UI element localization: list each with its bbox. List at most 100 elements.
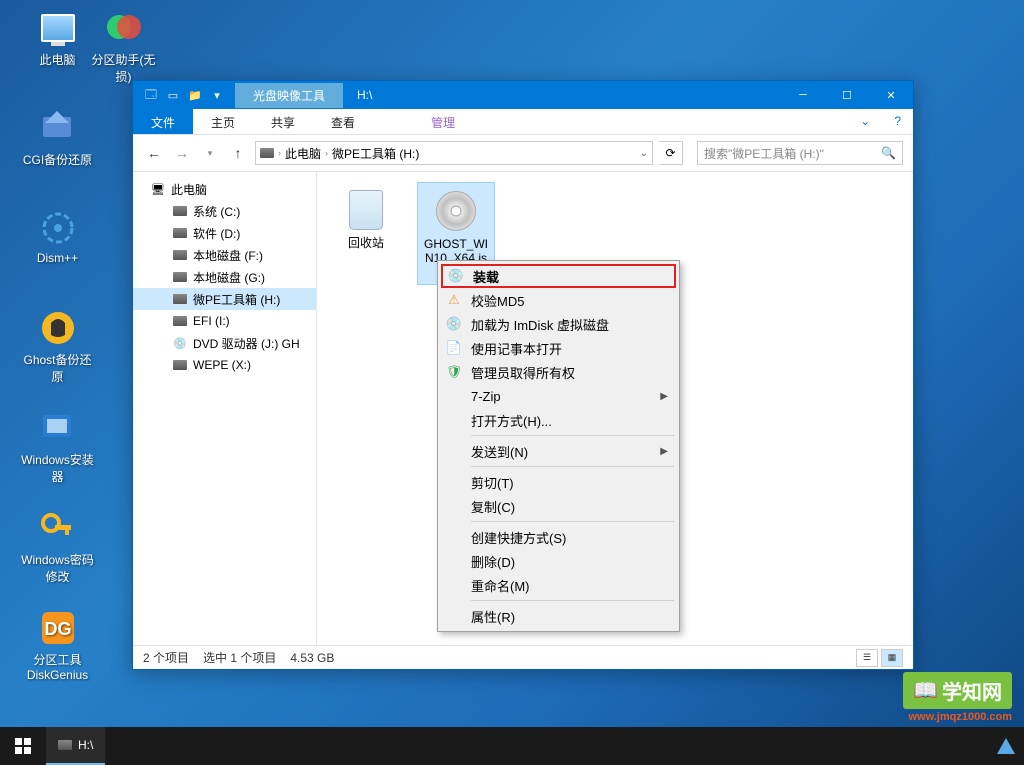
taskbar-item-explorer[interactable]: H:\ — [46, 727, 105, 765]
tree-drive-x[interactable]: WEPE (X:) — [133, 354, 316, 376]
watermark-url: www.jmqz1000.com — [903, 711, 1012, 723]
breadcrumb-location[interactable]: 微PE工具箱 (H:) — [332, 145, 419, 162]
desktop-icon-cgi-backup[interactable]: CGI备份还原 — [20, 108, 95, 168]
warning-icon: ⚠ — [445, 291, 463, 309]
ribbon-tab-manage[interactable]: 管理 — [413, 109, 473, 134]
address-row: ← → ▾ ↑ ›此电脑 ›微PE工具箱 (H:) ⌄ ⟳ 搜索"微PE工具箱 … — [133, 135, 913, 172]
desktop-icon-dism[interactable]: Dism++ — [20, 208, 95, 265]
submenu-arrow-icon: ▶ — [660, 446, 668, 457]
taskbar: H:\ — [0, 727, 1024, 765]
ctx-sendto[interactable]: 发送到(N) ▶ — [441, 439, 676, 463]
desktop-icon-partition-assistant[interactable]: 分区助手(无损) — [86, 8, 161, 85]
ctx-separator — [471, 521, 674, 522]
ctx-cut[interactable]: 剪切(T) — [441, 470, 676, 494]
nav-up-button[interactable]: ↑ — [227, 142, 249, 164]
status-size: 4.53 GB — [290, 651, 334, 665]
view-icons-button[interactable]: ▦ — [881, 649, 903, 667]
dvd-icon: 💿 — [173, 336, 187, 350]
qat-properties-icon[interactable]: ▭ — [165, 87, 181, 103]
address-bar[interactable]: ›此电脑 ›微PE工具箱 (H:) ⌄ — [255, 141, 653, 165]
desktop-icon-diskgenius[interactable]: DG 分区工具DiskGenius — [20, 608, 95, 682]
status-bar: 2 个项目 选中 1 个项目 4.53 GB ☰ ▦ — [133, 645, 913, 669]
drive-icon — [260, 146, 274, 160]
refresh-button[interactable]: ⟳ — [659, 141, 683, 165]
ctx-copy[interactable]: 复制(C) — [441, 494, 676, 518]
explorer-window-icon: 🗔 — [143, 87, 159, 103]
tree-this-pc[interactable]: 🖥 此电脑 — [133, 178, 316, 200]
ribbon-tab-home[interactable]: 主页 — [193, 109, 253, 134]
watermark: 📖学知网 www.jmqz1000.com — [903, 672, 1012, 723]
tree-dvd-drive[interactable]: 💿DVD 驱动器 (J:) GH — [133, 332, 316, 354]
ribbon-expand-icon[interactable]: ⌄ — [848, 109, 882, 134]
desktop-icon-ghost[interactable]: Ghost备份还原 — [20, 308, 95, 385]
ctx-admin[interactable]: 🛡 管理员取得所有权 — [441, 360, 676, 384]
tree-drive-c[interactable]: 系统 (C:) — [133, 200, 316, 222]
desktop-icon-label: 分区工具DiskGenius — [20, 651, 95, 682]
file-recycle-bin[interactable]: 回收站 — [327, 182, 405, 254]
ctx-7zip[interactable]: 7-Zip ▶ — [441, 384, 676, 408]
desktop-icon-label: CGI备份还原 — [23, 151, 92, 168]
ctx-properties[interactable]: 属性(R) — [441, 604, 676, 628]
ctx-rename[interactable]: 重命名(M) — [441, 573, 676, 597]
ribbon-tab-view[interactable]: 查看 — [313, 109, 373, 134]
qat-newfolder-icon[interactable]: 📁 — [187, 87, 203, 103]
disc-icon: 💿 — [447, 267, 465, 285]
desktop-icon-password[interactable]: Windows密码修改 — [20, 508, 95, 585]
ctx-separator — [471, 435, 674, 436]
tree-drive-h[interactable]: 微PE工具箱 (H:) — [133, 288, 316, 310]
qat-dropdown-icon[interactable]: ▾ — [209, 87, 225, 103]
system-tray[interactable] — [994, 734, 1024, 758]
close-button[interactable]: ✕ — [869, 81, 913, 109]
drive-icon — [58, 738, 72, 752]
desktop-icon-label: Ghost备份还原 — [20, 351, 95, 385]
ctx-mount[interactable]: 💿 装载 — [441, 264, 676, 288]
address-dropdown-icon[interactable]: ⌄ — [640, 148, 648, 159]
monitor-icon: 🖥 — [151, 182, 165, 196]
navigation-pane[interactable]: 🖥 此电脑 系统 (C:) 软件 (D:) 本地磁盘 (F:) 本地磁盘 (G:… — [133, 172, 317, 645]
desktop-icon-windows-installer[interactable]: Windows安装器 — [20, 408, 95, 485]
ctx-delete[interactable]: 删除(D) — [441, 549, 676, 573]
tray-icon[interactable] — [994, 734, 1018, 758]
ctx-imdisk[interactable]: 💿 加载为 ImDisk 虚拟磁盘 — [441, 312, 676, 336]
submenu-arrow-icon: ▶ — [660, 391, 668, 402]
desktop-icon-label: Windows安装器 — [20, 451, 95, 485]
svg-text:DG: DG — [44, 619, 71, 639]
ctx-separator — [471, 466, 674, 467]
tree-drive-i[interactable]: EFI (I:) — [133, 310, 316, 332]
notepad-icon: 📄 — [445, 339, 463, 357]
desktop-icon-label: Windows密码修改 — [20, 551, 95, 585]
title-bar: 🗔 ▭ 📁 ▾ 光盘映像工具 H:\ ─ ☐ ✕ — [133, 81, 913, 109]
search-input[interactable]: 搜索"微PE工具箱 (H:)" 🔍 — [697, 141, 903, 165]
nav-back-button[interactable]: ← — [143, 142, 165, 164]
ctx-openwith[interactable]: 打开方式(H)... — [441, 408, 676, 432]
shield-icon: 🛡 — [445, 363, 463, 381]
nav-forward-button[interactable]: → — [171, 142, 193, 164]
ctx-shortcut[interactable]: 创建快捷方式(S) — [441, 525, 676, 549]
status-selected: 选中 1 个项目 — [203, 649, 276, 666]
tree-drive-f[interactable]: 本地磁盘 (F:) — [133, 244, 316, 266]
contextual-tab[interactable]: 光盘映像工具 — [235, 83, 343, 108]
search-icon: 🔍 — [881, 146, 896, 160]
minimize-button[interactable]: ─ — [781, 81, 825, 109]
ribbon-tab-share[interactable]: 共享 — [253, 109, 313, 134]
desktop-icon-label: 此电脑 — [39, 51, 75, 68]
ribbon-tabs: 文件 主页 共享 查看 管理 ⌄ ? — [133, 109, 913, 135]
tree-drive-g[interactable]: 本地磁盘 (G:) — [133, 266, 316, 288]
tree-drive-d[interactable]: 软件 (D:) — [133, 222, 316, 244]
desktop-icon-this-pc[interactable]: 此电脑 — [20, 8, 95, 68]
breadcrumb-root[interactable]: 此电脑 — [285, 145, 321, 162]
ctx-separator — [471, 600, 674, 601]
ctx-md5[interactable]: ⚠ 校验MD5 — [441, 288, 676, 312]
book-icon: 📖 — [913, 678, 938, 703]
search-placeholder: 搜索"微PE工具箱 (H:)" — [704, 145, 824, 162]
help-icon[interactable]: ? — [882, 109, 913, 134]
start-button[interactable] — [0, 727, 46, 765]
context-menu: 💿 装载 ⚠ 校验MD5 💿 加载为 ImDisk 虚拟磁盘 📄 使用记事本打开… — [437, 260, 680, 632]
maximize-button[interactable]: ☐ — [825, 81, 869, 109]
ribbon-tab-file[interactable]: 文件 — [133, 109, 193, 134]
view-details-button[interactable]: ☰ — [856, 649, 878, 667]
ctx-notepad[interactable]: 📄 使用记事本打开 — [441, 336, 676, 360]
nav-history-dropdown[interactable]: ▾ — [199, 142, 221, 164]
window-title: H:\ — [357, 88, 781, 102]
status-item-count: 2 个项目 — [143, 649, 189, 666]
